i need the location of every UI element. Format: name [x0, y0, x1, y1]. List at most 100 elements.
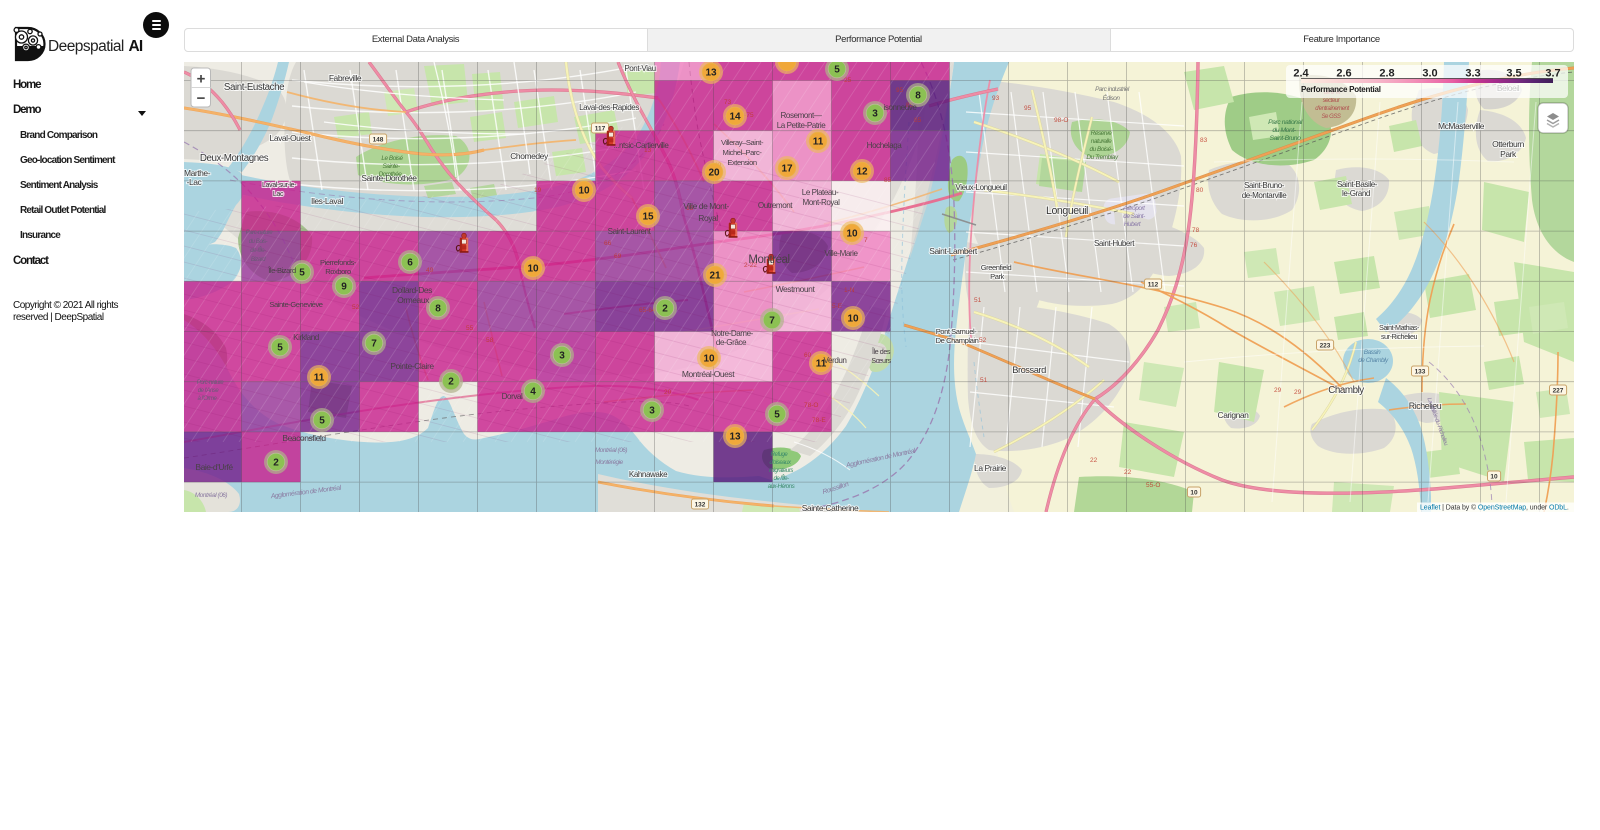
svg-text:Deux-Montagnes: Deux-Montagnes [199, 153, 268, 164]
svg-text:Laval-Ouest: Laval-Ouest [269, 133, 311, 143]
svg-text:Saint-Bruno: Saint-Bruno [1269, 135, 1301, 142]
svg-text:Saint-Bruno-: Saint-Bruno- [1243, 181, 1284, 190]
svg-text:Rosemont—: Rosemont— [780, 111, 822, 120]
svg-text:12: 12 [856, 167, 868, 178]
svg-text:de-Grâce: de-Grâce [715, 338, 746, 347]
svg-text:6: 6 [407, 258, 413, 269]
svg-text:naturelle: naturelle [1090, 138, 1111, 145]
svg-text:Montréal-Ouest: Montréal-Ouest [681, 369, 734, 379]
svg-text:Notre-Dame-: Notre-Dame- [711, 329, 754, 338]
svg-text:Deepspatial: Deepspatial [48, 38, 124, 55]
svg-text:Brossard: Brossard [1012, 365, 1046, 375]
svg-text:Bizard: Bizard [250, 257, 265, 263]
svg-text:de l'Île-: de l'Île- [773, 475, 789, 482]
svg-text:3: 3 [559, 351, 565, 362]
svg-text:Verdun: Verdun [823, 356, 846, 365]
svg-text:10: 10 [703, 354, 715, 365]
svg-text:7: 7 [371, 339, 377, 350]
svg-text:11: 11 [313, 373, 324, 384]
svg-text:98-O: 98-O [1054, 117, 1068, 124]
svg-text:de-l'Île-: de-l'Île- [250, 247, 266, 254]
svg-text:69: 69 [614, 253, 622, 260]
svg-text:Dorval: Dorval [501, 392, 522, 401]
svg-text:Westmount: Westmount [775, 284, 815, 294]
svg-text:66: 66 [604, 240, 612, 247]
svg-text:10: 10 [847, 314, 859, 325]
svg-text:du Bois-: du Bois- [248, 239, 267, 245]
svg-text:AI: AI [129, 38, 143, 55]
svg-text:2: 2 [662, 304, 668, 315]
svg-text:Pointe-Claire: Pointe-Claire [390, 361, 434, 371]
svg-text:Refuge: Refuge [770, 452, 788, 458]
svg-text:Montréal (06): Montréal (06) [194, 492, 226, 499]
svg-text:78-O: 78-O [804, 402, 818, 409]
svg-text:85: 85 [914, 117, 922, 124]
svg-text:1-N: 1-N [844, 287, 855, 294]
svg-text:Iles-Laval: Iles-Laval [311, 196, 343, 206]
svg-text:2: 2 [273, 458, 279, 469]
svg-text:Villeray–Saint-: Villeray–Saint- [720, 138, 763, 147]
svg-text:Lac: Lac [272, 189, 283, 198]
svg-text:de Chambly: de Chambly [1358, 357, 1389, 364]
svg-text:2.6: 2.6 [1336, 68, 1351, 80]
svg-text:227: 227 [1552, 388, 1563, 395]
svg-text:15: 15 [642, 212, 654, 223]
svg-text:83: 83 [1200, 137, 1208, 144]
svg-text:McMasterville: McMasterville [1437, 121, 1484, 131]
svg-text:117: 117 [594, 126, 605, 133]
svg-text:Vieux-Longueuil: Vieux-Longueuil [955, 183, 1007, 192]
svg-text:17: 17 [781, 164, 793, 175]
svg-text:20: 20 [708, 168, 720, 179]
svg-text:du Mont-: du Mont- [1272, 127, 1296, 134]
svg-text:-Lac: -Lac [186, 177, 202, 187]
svg-text:13: 13 [729, 432, 741, 443]
svg-text:Sainte-Geneviève: Sainte-Geneviève [269, 300, 322, 309]
svg-text:Kahnawake: Kahnawake [628, 470, 667, 479]
svg-text:3.5: 3.5 [1506, 68, 1521, 80]
svg-text:Pont-Viau: Pont-Viau [624, 64, 655, 73]
svg-text:Sainte-Catherine: Sainte-Catherine [801, 503, 858, 512]
svg-text:80: 80 [1196, 187, 1204, 194]
svg-text:Greenfield: Greenfield [980, 263, 1011, 272]
svg-text:Pont Samuel-: Pont Samuel- [935, 327, 977, 336]
svg-text:Park: Park [1500, 149, 1517, 159]
svg-text:20: 20 [664, 389, 672, 396]
svg-text:de-Montarville: de-Montarville [1241, 191, 1286, 200]
svg-text:d'oiseaux: d'oiseaux [769, 460, 792, 466]
svg-text:Extension: Extension [727, 158, 757, 167]
svg-text:52: 52 [979, 337, 987, 344]
svg-text:76: 76 [1190, 242, 1198, 249]
svg-text:10: 10 [846, 229, 858, 240]
svg-text:2: 2 [448, 377, 454, 388]
svg-text:à l'Orme: à l'Orme [197, 396, 217, 402]
svg-text:Saint-Hubert: Saint-Hubert [1093, 239, 1134, 248]
svg-text:13: 13 [705, 68, 717, 79]
svg-text:Royal: Royal [698, 213, 718, 223]
svg-text:Mont-Royal: Mont-Royal [802, 198, 840, 207]
svg-text:7: 7 [864, 237, 868, 244]
svg-text:Parc national: Parc national [1268, 119, 1303, 126]
svg-text:Michel–Parc-: Michel–Parc- [722, 148, 762, 157]
svg-text:secteur: secteur [1322, 98, 1340, 104]
svg-text:5: 5 [774, 410, 780, 421]
svg-text:Park: Park [990, 272, 1004, 281]
svg-text:Du Tremblay: Du Tremblay [1086, 154, 1118, 161]
svg-text:isonneuve: isonneuve [883, 103, 917, 112]
svg-text:Saint-Laurent: Saint-Laurent [607, 227, 651, 236]
svg-text:5: 5 [319, 416, 325, 427]
svg-text:95: 95 [896, 87, 904, 94]
svg-text:le-Grand: le-Grand [1342, 189, 1370, 198]
svg-text:...ntsic-Cartierville: ...ntsic-Cartierville [613, 141, 669, 150]
svg-text:2.8: 2.8 [1379, 68, 1394, 80]
svg-text:Chomedey: Chomedey [510, 151, 549, 161]
svg-text:Parc-nature: Parc-nature [245, 230, 273, 236]
svg-text:Parc industriel: Parc industriel [1095, 86, 1130, 93]
svg-text:La Prairie: La Prairie [974, 463, 1007, 473]
svg-text:10: 10 [578, 186, 590, 197]
svg-text:Ormeaux: Ormeaux [397, 295, 430, 305]
svg-text:Baie-d'Urfé: Baie-d'Urfé [195, 462, 233, 472]
svg-text:3.7: 3.7 [1545, 68, 1560, 80]
svg-text:Pierrefonds-: Pierrefonds- [320, 258, 357, 267]
svg-text:Montréal: Montréal [748, 254, 789, 266]
svg-text:Bassin: Bassin [1363, 349, 1380, 356]
